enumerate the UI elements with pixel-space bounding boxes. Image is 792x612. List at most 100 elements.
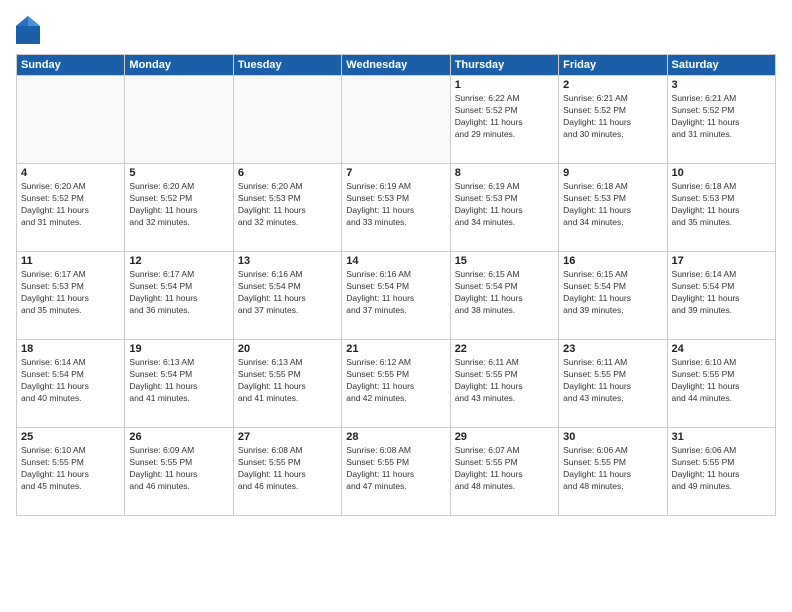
day-number: 29 bbox=[455, 431, 554, 443]
day-info: Sunrise: 6:17 AM Sunset: 5:54 PM Dayligh… bbox=[129, 269, 228, 317]
day-info: Sunrise: 6:06 AM Sunset: 5:55 PM Dayligh… bbox=[672, 445, 771, 493]
day-info: Sunrise: 6:14 AM Sunset: 5:54 PM Dayligh… bbox=[672, 269, 771, 317]
calendar-cell: 26 Sunrise: 6:09 AM Sunset: 5:55 PM Dayli… bbox=[125, 428, 233, 516]
week-row-5: 25 Sunrise: 6:10 AM Sunset: 5:55 PM Dayli… bbox=[17, 428, 776, 516]
week-row-3: 11Sunrise: 6:17 AM Sunset: 5:53 PM Dayli… bbox=[17, 252, 776, 340]
day-info: Sunrise: 6:22 AM Sunset: 5:52 PM Dayligh… bbox=[455, 93, 554, 141]
day-number: 22 bbox=[455, 343, 554, 355]
calendar-cell: 18 Sunrise: 6:14 AM Sunset: 5:54 PM Dayli… bbox=[17, 340, 125, 428]
weekday-header-tuesday: Tuesday bbox=[233, 55, 341, 76]
day-number: 2 bbox=[563, 79, 662, 91]
day-info: Sunrise: 6:18 AM Sunset: 5:53 PM Dayligh… bbox=[563, 181, 662, 229]
day-number: 24 bbox=[672, 343, 771, 355]
day-info: Sunrise: 6:19 AM Sunset: 5:53 PM Dayligh… bbox=[346, 181, 445, 229]
calendar-cell: 7 Sunrise: 6:19 AM Sunset: 5:53 PM Daylig… bbox=[342, 164, 450, 252]
day-number: 26 bbox=[129, 431, 228, 443]
day-number: 21 bbox=[346, 343, 445, 355]
day-info: Sunrise: 6:20 AM Sunset: 5:52 PM Dayligh… bbox=[21, 181, 120, 229]
day-info: Sunrise: 6:10 AM Sunset: 5:55 PM Dayligh… bbox=[21, 445, 120, 493]
weekday-header-row: SundayMondayTuesdayWednesdayThursdayFrid… bbox=[17, 55, 776, 76]
calendar: SundayMondayTuesdayWednesdayThursdayFrid… bbox=[16, 54, 776, 516]
day-number: 18 bbox=[21, 343, 120, 355]
calendar-cell: 30 Sunrise: 6:06 AM Sunset: 5:55 PM Dayli… bbox=[559, 428, 667, 516]
day-info: Sunrise: 6:10 AM Sunset: 5:55 PM Dayligh… bbox=[672, 357, 771, 405]
weekday-header-saturday: Saturday bbox=[667, 55, 775, 76]
day-info: Sunrise: 6:13 AM Sunset: 5:54 PM Dayligh… bbox=[129, 357, 228, 405]
day-number: 7 bbox=[346, 167, 445, 179]
day-info: Sunrise: 6:21 AM Sunset: 5:52 PM Dayligh… bbox=[672, 93, 771, 141]
day-info: Sunrise: 6:16 AM Sunset: 5:54 PM Dayligh… bbox=[346, 269, 445, 317]
weekday-header-friday: Friday bbox=[559, 55, 667, 76]
weekday-header-monday: Monday bbox=[125, 55, 233, 76]
calendar-cell: 25 Sunrise: 6:10 AM Sunset: 5:55 PM Dayli… bbox=[17, 428, 125, 516]
calendar-cell: 17 Sunrise: 6:14 AM Sunset: 5:54 PM Dayli… bbox=[667, 252, 775, 340]
day-info: Sunrise: 6:07 AM Sunset: 5:55 PM Dayligh… bbox=[455, 445, 554, 493]
day-info: Sunrise: 6:11 AM Sunset: 5:55 PM Dayligh… bbox=[563, 357, 662, 405]
day-number: 12 bbox=[129, 255, 228, 267]
day-info: Sunrise: 6:14 AM Sunset: 5:54 PM Dayligh… bbox=[21, 357, 120, 405]
calendar-cell: 28Sunrise: 6:08 AM Sunset: 5:55 PM Dayli… bbox=[342, 428, 450, 516]
calendar-cell bbox=[233, 76, 341, 164]
day-info: Sunrise: 6:18 AM Sunset: 5:53 PM Dayligh… bbox=[672, 181, 771, 229]
calendar-cell: 21 Sunrise: 6:12 AM Sunset: 5:55 PM Dayli… bbox=[342, 340, 450, 428]
day-number: 23 bbox=[563, 343, 662, 355]
day-number: 3 bbox=[672, 79, 771, 91]
header bbox=[16, 16, 776, 44]
calendar-cell: 19 Sunrise: 6:13 AM Sunset: 5:54 PM Dayli… bbox=[125, 340, 233, 428]
weekday-header-sunday: Sunday bbox=[17, 55, 125, 76]
calendar-cell: 31 Sunrise: 6:06 AM Sunset: 5:55 PM Dayli… bbox=[667, 428, 775, 516]
day-info: Sunrise: 6:21 AM Sunset: 5:52 PM Dayligh… bbox=[563, 93, 662, 141]
calendar-cell: 9Sunrise: 6:18 AM Sunset: 5:53 PM Daylig… bbox=[559, 164, 667, 252]
calendar-cell: 12 Sunrise: 6:17 AM Sunset: 5:54 PM Dayli… bbox=[125, 252, 233, 340]
day-number: 19 bbox=[129, 343, 228, 355]
day-number: 1 bbox=[455, 79, 554, 91]
calendar-cell: 22Sunrise: 6:11 AM Sunset: 5:55 PM Dayli… bbox=[450, 340, 558, 428]
day-number: 8 bbox=[455, 167, 554, 179]
day-info: Sunrise: 6:15 AM Sunset: 5:54 PM Dayligh… bbox=[455, 269, 554, 317]
day-number: 30 bbox=[563, 431, 662, 443]
calendar-cell: 14Sunrise: 6:16 AM Sunset: 5:54 PM Dayli… bbox=[342, 252, 450, 340]
day-info: Sunrise: 6:13 AM Sunset: 5:55 PM Dayligh… bbox=[238, 357, 337, 405]
week-row-1: 1 Sunrise: 6:22 AM Sunset: 5:52 PM Daylig… bbox=[17, 76, 776, 164]
calendar-cell: 24 Sunrise: 6:10 AM Sunset: 5:55 PM Dayli… bbox=[667, 340, 775, 428]
week-row-4: 18 Sunrise: 6:14 AM Sunset: 5:54 PM Dayli… bbox=[17, 340, 776, 428]
day-number: 13 bbox=[238, 255, 337, 267]
day-number: 15 bbox=[455, 255, 554, 267]
calendar-cell: 29 Sunrise: 6:07 AM Sunset: 5:55 PM Dayli… bbox=[450, 428, 558, 516]
calendar-cell bbox=[17, 76, 125, 164]
calendar-cell: 1 Sunrise: 6:22 AM Sunset: 5:52 PM Daylig… bbox=[450, 76, 558, 164]
day-info: Sunrise: 6:06 AM Sunset: 5:55 PM Dayligh… bbox=[563, 445, 662, 493]
day-number: 25 bbox=[21, 431, 120, 443]
day-info: Sunrise: 6:20 AM Sunset: 5:52 PM Dayligh… bbox=[129, 181, 228, 229]
day-number: 17 bbox=[672, 255, 771, 267]
page: SundayMondayTuesdayWednesdayThursdayFrid… bbox=[0, 0, 792, 612]
week-row-2: 4Sunrise: 6:20 AM Sunset: 5:52 PM Daylig… bbox=[17, 164, 776, 252]
calendar-cell: 27Sunrise: 6:08 AM Sunset: 5:55 PM Dayli… bbox=[233, 428, 341, 516]
logo bbox=[16, 16, 44, 44]
weekday-header-thursday: Thursday bbox=[450, 55, 558, 76]
day-number: 16 bbox=[563, 255, 662, 267]
calendar-cell: 6Sunrise: 6:20 AM Sunset: 5:53 PM Daylig… bbox=[233, 164, 341, 252]
calendar-cell bbox=[125, 76, 233, 164]
calendar-cell: 13 Sunrise: 6:16 AM Sunset: 5:54 PM Dayli… bbox=[233, 252, 341, 340]
calendar-cell: 23 Sunrise: 6:11 AM Sunset: 5:55 PM Dayli… bbox=[559, 340, 667, 428]
day-info: Sunrise: 6:20 AM Sunset: 5:53 PM Dayligh… bbox=[238, 181, 337, 229]
calendar-cell: 15 Sunrise: 6:15 AM Sunset: 5:54 PM Dayli… bbox=[450, 252, 558, 340]
calendar-cell: 20 Sunrise: 6:13 AM Sunset: 5:55 PM Dayli… bbox=[233, 340, 341, 428]
day-number: 11 bbox=[21, 255, 120, 267]
day-info: Sunrise: 6:08 AM Sunset: 5:55 PM Dayligh… bbox=[346, 445, 445, 493]
day-info: Sunrise: 6:12 AM Sunset: 5:55 PM Dayligh… bbox=[346, 357, 445, 405]
day-info: Sunrise: 6:09 AM Sunset: 5:55 PM Dayligh… bbox=[129, 445, 228, 493]
calendar-cell bbox=[342, 76, 450, 164]
day-number: 27 bbox=[238, 431, 337, 443]
day-number: 10 bbox=[672, 167, 771, 179]
logo-icon bbox=[16, 16, 40, 44]
calendar-cell: 16Sunrise: 6:15 AM Sunset: 5:54 PM Dayli… bbox=[559, 252, 667, 340]
calendar-cell: 2 Sunrise: 6:21 AM Sunset: 5:52 PM Daylig… bbox=[559, 76, 667, 164]
calendar-cell: 8Sunrise: 6:19 AM Sunset: 5:53 PM Daylig… bbox=[450, 164, 558, 252]
day-number: 31 bbox=[672, 431, 771, 443]
calendar-cell: 3 Sunrise: 6:21 AM Sunset: 5:52 PM Daylig… bbox=[667, 76, 775, 164]
day-number: 20 bbox=[238, 343, 337, 355]
calendar-cell: 11Sunrise: 6:17 AM Sunset: 5:53 PM Dayli… bbox=[17, 252, 125, 340]
day-info: Sunrise: 6:16 AM Sunset: 5:54 PM Dayligh… bbox=[238, 269, 337, 317]
